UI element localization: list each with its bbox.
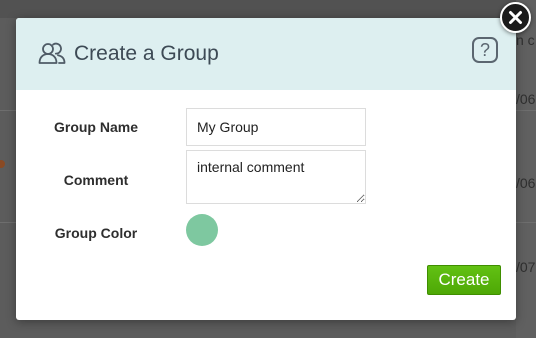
group-users-icon — [38, 42, 66, 64]
comment-textarea[interactable]: internal comment — [186, 150, 366, 204]
backdrop-header — [0, 0, 536, 18]
help-question-icon[interactable]: ? — [472, 37, 498, 63]
create-group-dialog: Create a Group ? Group Name Comment inte… — [16, 18, 516, 320]
group-name-label: Group Name — [53, 119, 138, 135]
backdrop-date: /06 — [516, 91, 536, 107]
dialog-title: Create a Group — [74, 42, 219, 65]
backdrop-date: /06 — [516, 175, 536, 191]
backdrop-column — [516, 0, 536, 338]
group-color-label: Group Color — [54, 225, 138, 241]
create-button[interactable]: Create — [427, 265, 501, 295]
backdrop-status-dot — [0, 160, 5, 168]
backdrop-text: n c — [516, 32, 535, 48]
close-x-icon — [509, 11, 522, 24]
group-name-input[interactable] — [186, 108, 366, 146]
group-color-swatch[interactable] — [186, 214, 218, 246]
dialog-header: Create a Group ? — [16, 18, 516, 90]
comment-label: Comment — [63, 172, 129, 188]
backdrop-date: /07 — [516, 259, 536, 275]
close-dialog-button[interactable] — [500, 2, 531, 33]
